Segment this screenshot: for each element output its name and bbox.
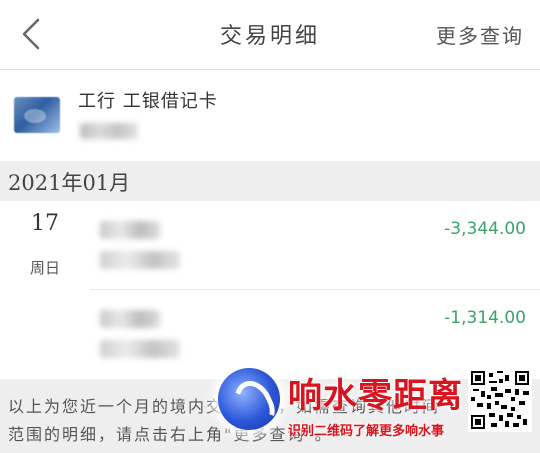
month-label: 2021年01月 — [8, 171, 131, 195]
date-weekday: 周日 — [29, 259, 60, 277]
card-number-redacted — [80, 123, 138, 139]
merchant-redacted — [100, 310, 160, 328]
bank-card-image — [14, 97, 60, 133]
watermark-logo-icon — [218, 368, 280, 430]
watermark-overlay: 响水零距离 识别二维码了解更多响水事 — [218, 364, 540, 453]
card-info: 工行 工银借记卡 — [0, 71, 540, 161]
transaction-row[interactable]: -3,344.00 — [90, 201, 540, 290]
watermark-title: 响水零距离 — [288, 376, 463, 416]
more-query-button[interactable]: 更多查询 — [436, 20, 524, 49]
date-column: 17 周日 — [0, 201, 90, 379]
transaction-amount: -1,314.00 — [444, 308, 526, 328]
card-name: 工行 工银借记卡 — [78, 91, 218, 112]
transaction-list: 17 周日 -3,344.00 -1,314.00 — [0, 201, 540, 379]
qr-code-icon — [468, 368, 532, 432]
transaction-amount: -3,344.00 — [444, 219, 526, 239]
watermark-subtitle: 识别二维码了解更多响水事 — [288, 424, 445, 439]
detail-redacted — [100, 340, 180, 358]
merchant-redacted — [100, 221, 160, 239]
month-header: 2021年01月 — [0, 161, 540, 201]
date-day: 17 — [31, 211, 59, 236]
detail-redacted — [100, 251, 180, 269]
app-header: 交易明细 更多查询 — [0, 0, 540, 70]
